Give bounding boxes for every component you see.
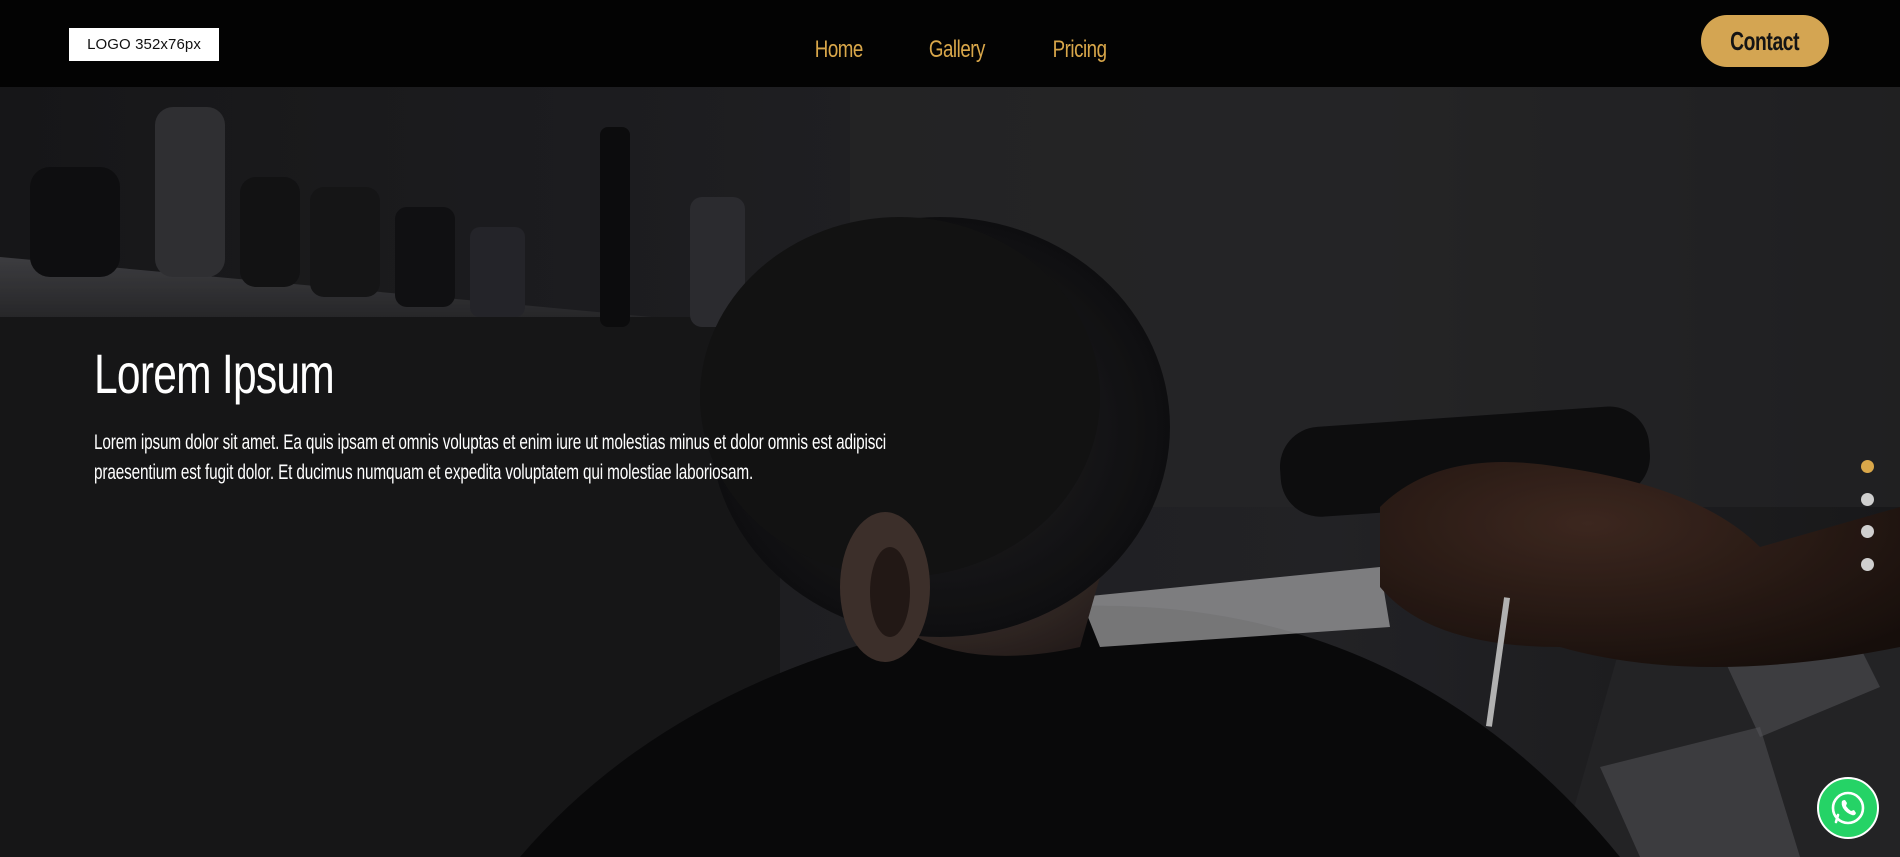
hero-title: Lorem Ipsum — [94, 342, 335, 405]
slider-dot-2[interactable] — [1861, 492, 1874, 506]
whatsapp-icon — [1831, 791, 1865, 825]
contact-button-label: Contact — [1730, 25, 1800, 56]
hero-section: Lorem Ipsum Lorem ipsum dolor sit amet. … — [0, 87, 1900, 857]
slider-dots — [1861, 460, 1875, 590]
nav-link-gallery[interactable]: Gallery — [929, 32, 985, 68]
contact-button[interactable]: Contact — [1701, 15, 1829, 67]
main-nav: Home Gallery Pricing — [0, 32, 1900, 68]
slider-dot-3[interactable] — [1861, 525, 1874, 538]
hero-content: Lorem Ipsum Lorem ipsum dolor sit amet. … — [94, 342, 994, 488]
hero-description: Lorem ipsum dolor sit amet. Ea quis ipsa… — [94, 431, 887, 484]
landing-page: LOGO 352x76px Home Gallery Pricing Conta… — [0, 0, 1900, 857]
whatsapp-button[interactable] — [1817, 777, 1879, 839]
nav-link-pricing[interactable]: Pricing — [1053, 32, 1107, 68]
nav-link-home[interactable]: Home — [814, 32, 863, 68]
slider-dot-1[interactable] — [1861, 460, 1874, 473]
slider-dot-4[interactable] — [1861, 557, 1874, 571]
site-header: LOGO 352x76px Home Gallery Pricing Conta… — [0, 0, 1900, 87]
